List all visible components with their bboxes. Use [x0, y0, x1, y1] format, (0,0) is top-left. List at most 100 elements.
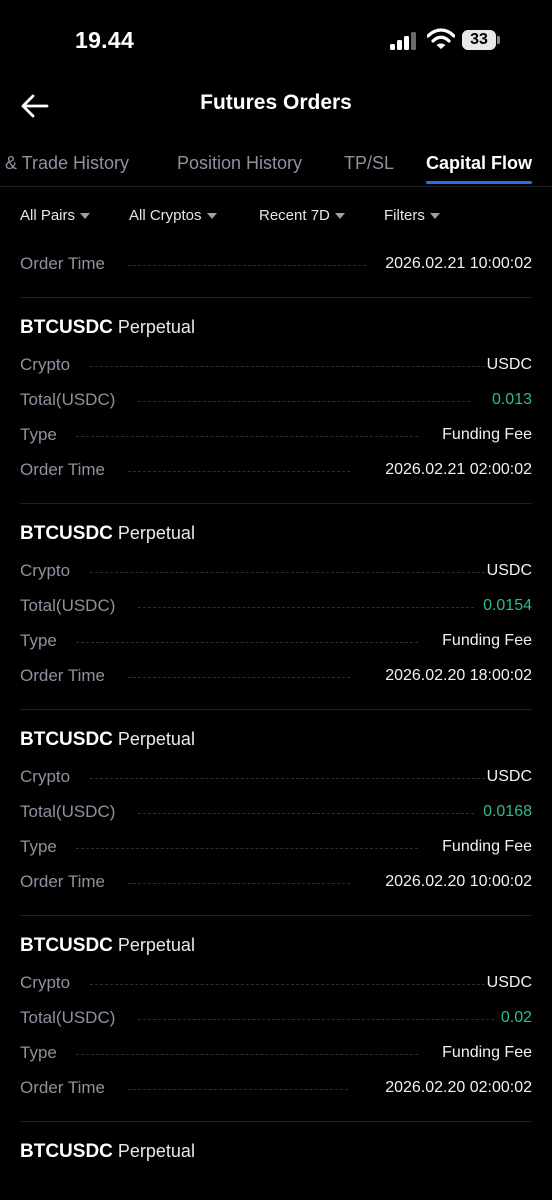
type-label: Type [20, 425, 57, 444]
record-row-crypto: Crypto USDC [20, 559, 532, 587]
type-value: Funding Fee [442, 838, 532, 855]
record-row-order-time: Order Time 2026.02.20 10:00:02 [20, 870, 532, 898]
record-symbol: BTCUSDC [20, 523, 113, 544]
record-kind: Perpetual [117, 935, 195, 955]
dotted-leader [138, 607, 474, 608]
dotted-leader [128, 883, 350, 884]
tab-position-history[interactable]: Position History [177, 153, 302, 174]
crypto-label: Crypto [20, 973, 71, 992]
filter-all-cryptos-label: All Cryptos [129, 207, 202, 224]
dotted-leader [90, 572, 490, 573]
type-label: Type [20, 631, 57, 650]
caret-down-icon [429, 212, 440, 219]
caret-down-icon [206, 212, 217, 219]
record-row-crypto: Crypto USDC [20, 765, 532, 793]
total-label: Total(USDC) [20, 1008, 116, 1027]
dotted-leader [90, 778, 490, 779]
record-kind: Perpetual [117, 317, 195, 337]
dotted-leader [128, 1089, 348, 1090]
dotted-leader [76, 1054, 418, 1055]
record-kind: Perpetual [117, 1141, 195, 1161]
record-row-total: Total(USDC) 0.0168 [20, 800, 532, 828]
dotted-leader [76, 642, 418, 643]
filter-more-filters-label: Filters [384, 207, 425, 224]
dotted-leader [128, 471, 350, 472]
page-title: Futures Orders [200, 91, 352, 114]
caret-down-icon [334, 212, 345, 219]
filter-all-pairs-label: All Pairs [20, 207, 76, 224]
record-divider [20, 297, 532, 298]
record-symbol: BTCUSDC [20, 935, 113, 956]
filter-recent-7d[interactable]: Recent 7D [259, 207, 345, 224]
dotted-leader [76, 436, 418, 437]
record-row-total: Total(USDC) 0.013 [20, 388, 532, 416]
record-symbol: BTCUSDC [20, 729, 113, 750]
record-row-type: Type Funding Fee [20, 629, 532, 657]
dotted-leader [138, 813, 474, 814]
record-row-total: Total(USDC) 0.02 [20, 1006, 532, 1034]
filter-all-cryptos[interactable]: All Cryptos [129, 207, 217, 224]
active-tab-indicator [426, 181, 532, 184]
order-time-value: 2026.02.20 02:00:02 [385, 1079, 532, 1096]
crypto-label: Crypto [20, 355, 71, 374]
dotted-leader [76, 848, 418, 849]
total-label: Total(USDC) [20, 802, 116, 821]
crypto-value: USDC [486, 974, 532, 991]
dotted-leader [90, 366, 490, 367]
tab-bar: r & Trade History Position History TP/SL… [0, 140, 552, 187]
tab-capital-flow[interactable]: Capital Flow [426, 153, 532, 174]
record-symbol: BTCUSDC [20, 1141, 113, 1162]
record-title[interactable]: BTCUSDC Perpetual [20, 935, 195, 957]
total-value: 0.013 [491, 391, 532, 408]
tab-order-trade-history[interactable]: r & Trade History [0, 153, 129, 174]
order-time-label: Order Time [20, 254, 106, 273]
filter-more-filters[interactable]: Filters [384, 207, 440, 224]
record-row-total: Total(USDC) 0.0154 [20, 594, 532, 622]
order-time-label: Order Time [20, 460, 106, 479]
record-row-order-time: Order Time 2026.02.20 02:00:02 [20, 1076, 532, 1104]
type-value: Funding Fee [442, 632, 532, 649]
order-time-label: Order Time [20, 872, 106, 891]
filter-all-pairs[interactable]: All Pairs [20, 207, 91, 224]
total-label: Total(USDC) [20, 596, 116, 615]
total-value: 0.0168 [483, 803, 532, 820]
record-row-type: Type Funding Fee [20, 835, 532, 863]
cellular-signal-icon [390, 32, 418, 50]
futures-orders-screen: 19.44 33 Futures Orders r & Trade Histor… [0, 0, 552, 1200]
dotted-leader [138, 401, 470, 402]
record-row-order-time: Order Time 2026.02.21 02:00:02 [20, 458, 532, 486]
dotted-leader [138, 1019, 494, 1020]
record-kind: Perpetual [117, 729, 195, 749]
crypto-label: Crypto [20, 767, 71, 786]
record-row-crypto: Crypto USDC [20, 971, 532, 999]
record-row-type: Type Funding Fee [20, 1041, 532, 1069]
crypto-value: USDC [486, 562, 532, 579]
type-label: Type [20, 1043, 57, 1062]
record-title[interactable]: BTCUSDC Perpetual [20, 1141, 195, 1163]
record-divider [20, 915, 532, 916]
record-title[interactable]: BTCUSDC Perpetual [20, 317, 195, 339]
type-value: Funding Fee [442, 426, 532, 443]
dotted-leader [90, 984, 490, 985]
record-divider [20, 709, 532, 710]
record-row-crypto: Crypto USDC [20, 353, 532, 381]
filter-recent-7d-label: Recent 7D [259, 207, 330, 224]
battery-nub [497, 36, 500, 44]
record-title[interactable]: BTCUSDC Perpetual [20, 729, 195, 751]
filter-bar: All Pairs All Cryptos Recent 7D Filters [0, 196, 552, 236]
order-time-value: 2026.02.20 10:00:02 [385, 873, 532, 890]
total-value: 0.02 [500, 1009, 532, 1026]
total-label: Total(USDC) [20, 390, 116, 409]
record-row-order-time: Order Time 2026.02.20 18:00:02 [20, 664, 532, 692]
total-value: 0.0154 [483, 597, 532, 614]
caret-down-icon [80, 212, 91, 219]
order-time-label: Order Time [20, 666, 106, 685]
status-time: 19.44 [75, 27, 135, 53]
order-time-value: 2026.02.21 10:00:02 [385, 255, 532, 272]
status-bar: 19.44 33 [0, 0, 552, 80]
record-symbol: BTCUSDC [20, 317, 113, 338]
tab-tp-sl[interactable]: TP/SL [344, 153, 394, 174]
record-title[interactable]: BTCUSDC Perpetual [20, 523, 195, 545]
dotted-leader [128, 265, 366, 266]
type-label: Type [20, 837, 57, 856]
